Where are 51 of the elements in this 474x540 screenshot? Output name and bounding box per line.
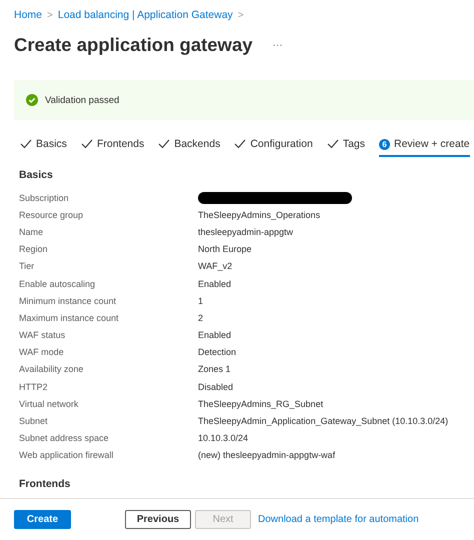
section-heading: Basics — [19, 169, 54, 183]
field-label: Subnet address space — [19, 433, 110, 444]
wizard-tab[interactable]: Basics — [20, 135, 67, 157]
field-label: WAF status — [19, 330, 66, 340]
page-title: Create application gateway — [14, 34, 253, 56]
field-label: Availability zone — [19, 364, 84, 374]
field-label: Web application firewall — [19, 450, 114, 460]
field-value: Detection — [198, 347, 238, 358]
field-label: HTTP2 — [19, 382, 49, 392]
wizard-button[interactable]: Create — [14, 510, 71, 529]
field-label: Virtual network — [19, 398, 80, 409]
field-label: Subscription — [19, 192, 70, 203]
breadcrumb-separator: > — [47, 10, 53, 20]
field-label: Resource group — [19, 210, 84, 220]
field-label: Region — [19, 244, 49, 254]
wizard-tab[interactable]: Backends — [158, 135, 220, 157]
field-value: TheSleepyAdmins_Operations — [198, 210, 322, 220]
wizard-tab[interactable]: 6 Review + create — [379, 135, 470, 157]
field-value: North Europe — [198, 244, 253, 254]
field-value: (new) thesleepyadmin-appgtw-waf — [198, 450, 336, 460]
field-value: thesleepyadmin-appgtw — [198, 226, 294, 237]
step-number: 6 — [379, 138, 390, 150]
success-check-icon — [26, 94, 38, 106]
field-label: Minimum instance count — [19, 296, 118, 306]
more-options[interactable]: ··· — [272, 40, 283, 50]
field-value: Zones 1 — [198, 364, 232, 374]
field-label: Subnet — [19, 416, 49, 426]
download-template-link[interactable]: Download a template for automation — [258, 514, 419, 525]
wizard-tab[interactable]: Configuration — [234, 135, 313, 157]
field-label: Maximum instance count — [19, 312, 120, 323]
wizard-tab[interactable]: Frontends — [80, 135, 144, 157]
section-heading: Frontends — [19, 478, 72, 492]
breadcrumb-link[interactable]: Load balancing | Application Gateway — [58, 9, 233, 21]
field-value: 1 — [198, 296, 204, 306]
breadcrumb-separator: > — [238, 10, 244, 20]
banner-text: Validation passed — [45, 94, 120, 106]
field-value: Enabled — [198, 330, 232, 340]
field-value: WAF_v2 — [198, 261, 234, 272]
field-label: WAF mode — [19, 347, 65, 358]
field-value: 2 — [198, 312, 204, 323]
field-value: TheSleepyAdmins_RG_Subnet — [198, 398, 324, 409]
wizard-tab[interactable]: Tags — [326, 135, 365, 157]
field-value: 10.10.3.0/24 — [198, 433, 250, 444]
field-label: Enable autoscaling — [19, 278, 96, 289]
field-label: Tier — [19, 261, 36, 272]
breadcrumb-link[interactable]: Home — [14, 9, 42, 21]
field-value: Disabled — [198, 382, 234, 392]
wizard-button[interactable]: Previous — [125, 510, 191, 529]
field-label: Name — [19, 226, 44, 237]
field-value: TheSleepyAdmin_Application_Gateway_Subnet (10.10.3.0/24) — [198, 416, 450, 426]
field-value: Enabled — [198, 278, 232, 289]
